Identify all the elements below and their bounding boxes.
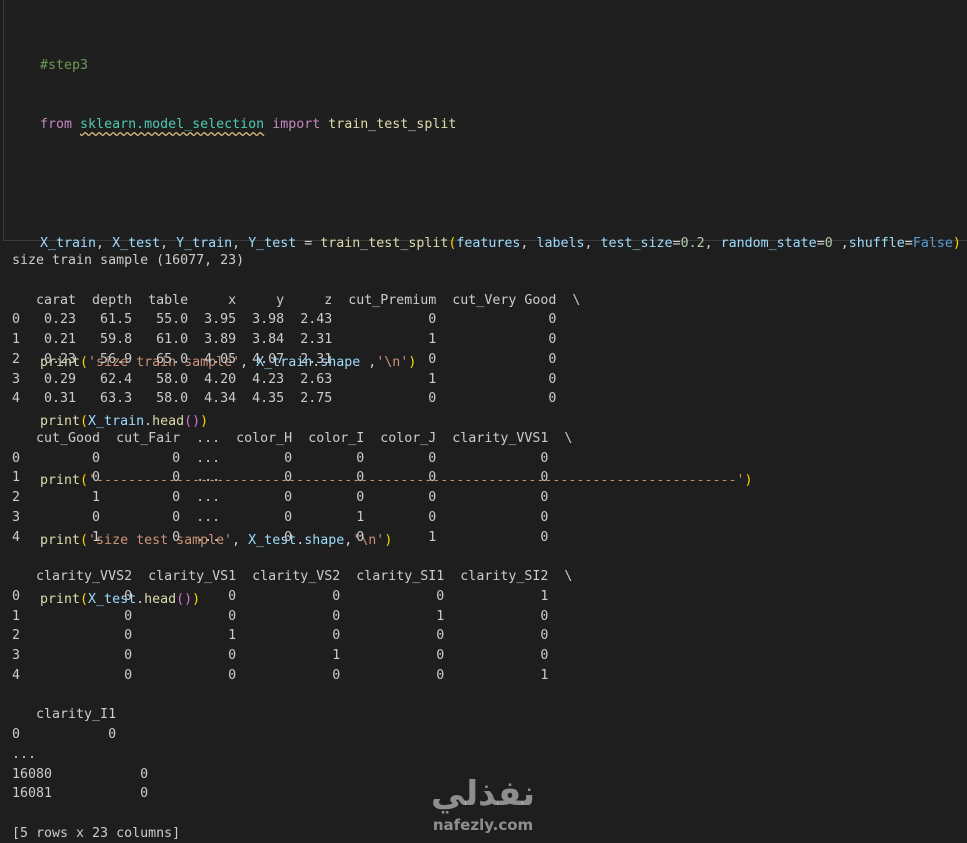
code-line-1: #step3 — [40, 57, 89, 73]
output-line: 4 0 0 0 0 1 — [12, 667, 549, 683]
code-line: #step3 — [40, 56, 961, 76]
output-line: 1 0 0 0 1 0 — [12, 608, 549, 624]
output-line: clarity_VVS2 clarity_VS1 clarity_VS2 cla… — [12, 569, 573, 584]
output-line: 1 0.21 59.8 61.0 3.89 3.84 2.31 1 0 — [12, 332, 557, 347]
output-line: size train sample (16077, 23) — [12, 253, 245, 268]
output-line: 2 1 0 ... 0 0 0 0 — [12, 490, 549, 505]
output-line: 0 0 0 0 0 1 — [12, 588, 549, 604]
output-line: 0 0 — [12, 727, 117, 742]
output-line: 16080 0 — [12, 766, 149, 782]
output-line: clarity_I1 — [12, 707, 117, 723]
output-line: carat depth table x y z cut_Premium cut_… — [12, 292, 581, 308]
output-line: 0 0 0 ... 0 0 0 0 — [12, 450, 549, 466]
output-line: [5 rows x 23 columns] — [12, 825, 181, 841]
output-line: 4 0.31 63.3 58.0 4.34 4.35 2.75 0 0 — [12, 391, 557, 407]
output-line: cut_Good cut_Fair ... color_H color_I co… — [12, 430, 573, 446]
output-line: 2 0.23 56.9 65.0 4.05 4.07 2.31 0 0 — [12, 351, 557, 367]
output-line: 0 0.23 61.5 55.0 3.95 3.98 2.43 0 0 — [12, 312, 557, 328]
code-cell[interactable]: #step3 from sklearn.model_selection impo… — [3, 0, 967, 607]
output-line: 3 0.29 62.4 58.0 4.20 4.23 2.63 1 0 — [12, 371, 557, 387]
output-line: 16081 0 — [12, 786, 149, 802]
code-line: from sklearn.model_selection import trai… — [40, 116, 457, 132]
output-line: 3 0 0 ... 0 1 0 0 — [12, 509, 549, 525]
output-line: 1 0 0 ... 0 0 0 0 — [12, 470, 549, 486]
output-line: 3 0 0 1 0 0 — [12, 648, 549, 663]
output-line: 4 1 0 ... 0 0 1 0 — [12, 529, 549, 545]
cell-output: size train sample (16077, 23) carat dept… — [0, 251, 580, 843]
output-line: 2 0 1 0 0 0 — [12, 628, 549, 644]
output-line: ... — [12, 746, 37, 762]
